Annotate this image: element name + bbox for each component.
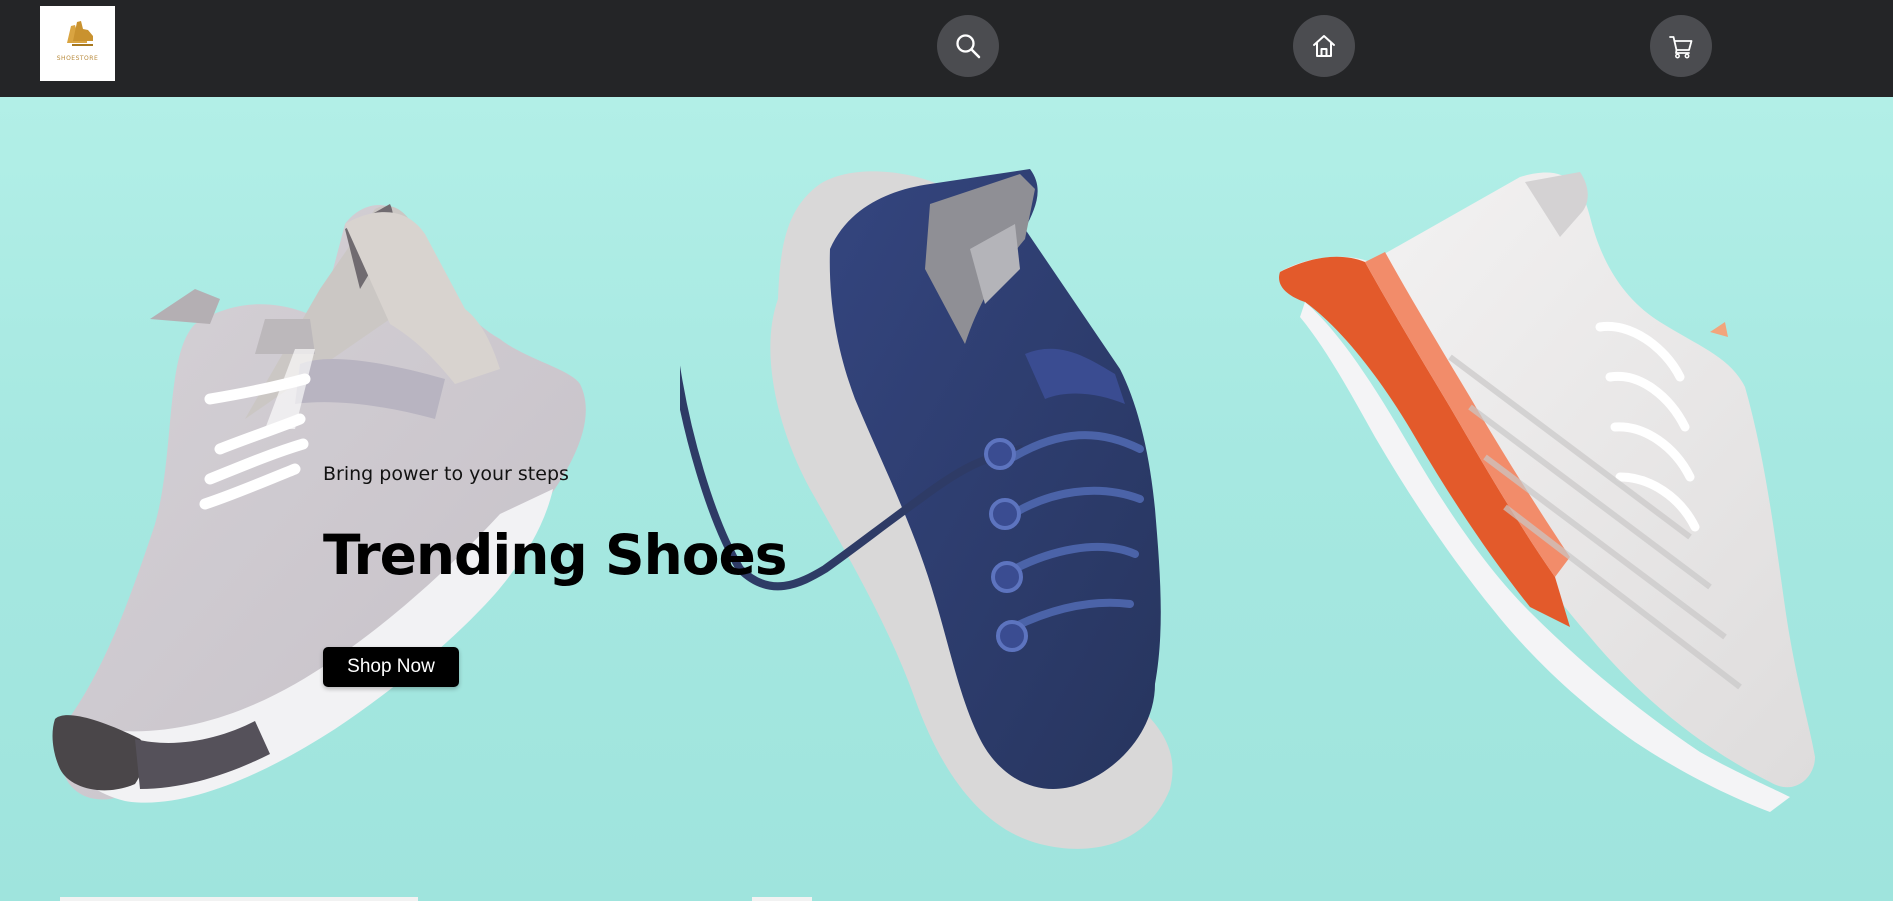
home-icon [1313,35,1335,57]
top-navigation-bar: SHOESTORE [0,0,1893,97]
navy-knit-sneaker-image[interactable] [680,129,1245,899]
cart-icon [1669,36,1693,59]
grey-knit-sneaker-image[interactable] [45,149,630,829]
bottom-divider-segment [752,897,812,901]
hero-copy: Bring power to your steps Trending Shoes… [323,462,823,687]
shoe-logo-icon [67,21,93,46]
home-button[interactable] [1293,15,1355,77]
store-logo[interactable]: SHOESTORE [40,6,115,81]
bottom-divider [60,897,418,901]
hero-banner: Bring power to your steps Trending Shoes… [0,97,1893,901]
search-icon [956,34,981,59]
white-orange-running-shoe-image[interactable] [1270,157,1830,897]
search-button[interactable] [937,15,999,77]
hero-tagline: Bring power to your steps [323,463,569,485]
logo-text: SHOESTORE [56,55,99,62]
shop-now-button[interactable]: Shop Now [323,647,459,687]
cart-button[interactable] [1650,15,1712,77]
hero-headline: Trending Shoes [323,523,788,587]
